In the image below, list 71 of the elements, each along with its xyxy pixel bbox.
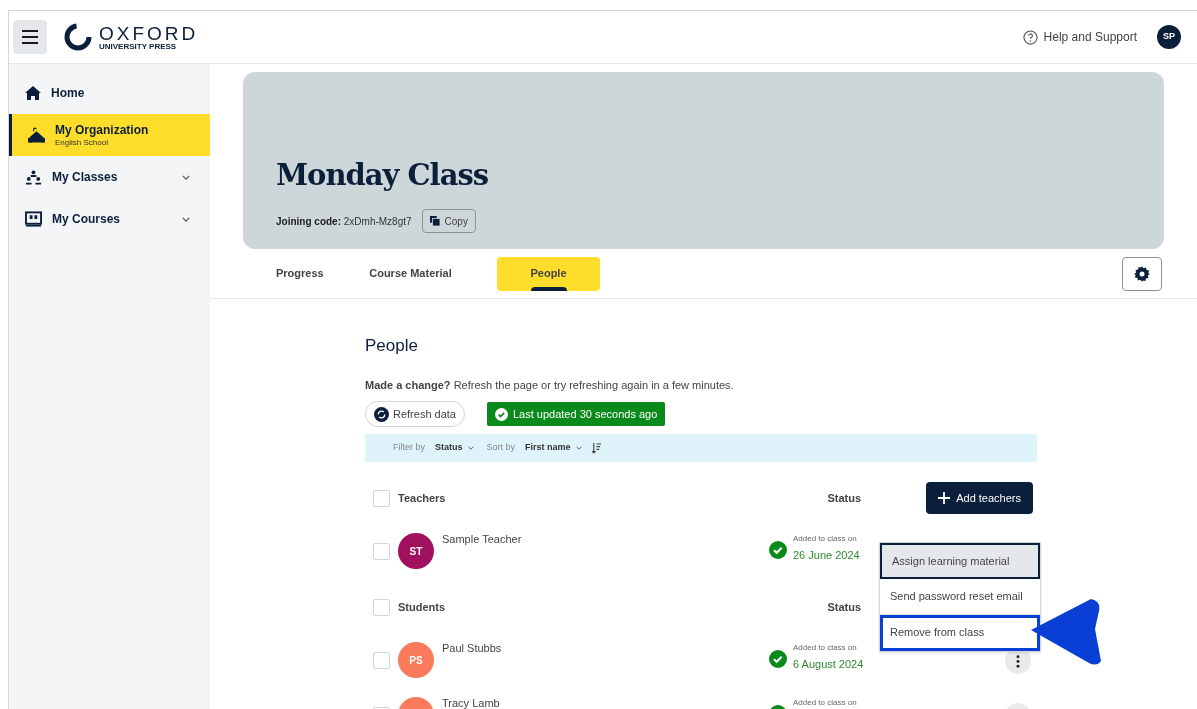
logo[interactable]: OXFORD UNIVERSITY PRESS bbox=[63, 22, 199, 52]
checkbox[interactable] bbox=[373, 543, 390, 560]
sidebar-label: Home bbox=[51, 85, 86, 101]
avatar: PS bbox=[398, 642, 434, 678]
group-heading: Teachers bbox=[398, 490, 447, 506]
status-label: Added to class on bbox=[793, 642, 858, 654]
sidebar-label: My Classes bbox=[52, 169, 119, 185]
menu-item[interactable]: Remove from class bbox=[880, 615, 1040, 651]
tab[interactable]: Course Material bbox=[359, 256, 462, 291]
menu-item[interactable]: Assign learning material bbox=[880, 543, 1040, 579]
person-name: Paul Stubbs bbox=[442, 641, 503, 656]
person-name: Tracy Lamb bbox=[442, 696, 501, 709]
status-label: Added to class on bbox=[793, 697, 857, 709]
sort-order-button[interactable] bbox=[591, 442, 601, 454]
sidebar-sublabel: English School bbox=[55, 137, 109, 148]
status-badge: Last updated 30 seconds ago bbox=[487, 402, 666, 426]
sort-label: Sort by bbox=[486, 441, 516, 455]
sidebar-label: My Organization bbox=[55, 122, 150, 138]
settings-icon bbox=[1134, 265, 1150, 282]
sidebar-item[interactable]: Home bbox=[9, 72, 210, 114]
joining-code: Joining code: 2xDmh-Mz8gt7 bbox=[276, 214, 412, 229]
refresh-icon bbox=[374, 406, 389, 422]
checkbox[interactable] bbox=[373, 652, 390, 669]
filter-label: Filter by bbox=[393, 441, 425, 455]
sidebar-item[interactable]: My Classes bbox=[9, 156, 210, 198]
check-icon bbox=[769, 650, 787, 668]
sidebar-item[interactable]: My Courses bbox=[9, 198, 210, 240]
settings-button[interactable] bbox=[1122, 256, 1162, 291]
copy-icon bbox=[429, 216, 440, 226]
copy-button[interactable]: Copy bbox=[421, 209, 476, 233]
check-icon bbox=[769, 541, 787, 559]
avatar: ST bbox=[398, 533, 434, 569]
sidebar-item[interactable]: My Organization English School bbox=[9, 114, 210, 156]
column-heading: Status bbox=[827, 490, 861, 506]
menu-button[interactable] bbox=[13, 20, 47, 54]
chevron-down-icon bbox=[575, 446, 582, 450]
add-button[interactable]: Add teachers bbox=[926, 482, 1033, 514]
plus-icon bbox=[938, 492, 951, 504]
user-avatar[interactable]: SP bbox=[1157, 25, 1181, 49]
courses-icon bbox=[25, 211, 42, 227]
status-date: 26 June 2024 bbox=[793, 548, 860, 563]
column-heading: Status bbox=[827, 599, 861, 615]
checkbox[interactable] bbox=[373, 489, 390, 507]
classes-icon bbox=[25, 169, 42, 185]
check-icon bbox=[495, 407, 508, 421]
tab[interactable]: Progress bbox=[276, 256, 324, 291]
logo-icon bbox=[63, 22, 93, 52]
sort-icon bbox=[591, 442, 601, 454]
dropdown[interactable]: First name bbox=[525, 441, 582, 455]
dropdown[interactable]: Status bbox=[435, 441, 474, 455]
tab[interactable]: People bbox=[497, 256, 600, 291]
more-icon bbox=[1016, 654, 1020, 668]
menu-icon bbox=[22, 30, 38, 44]
group-heading: Students bbox=[398, 599, 447, 615]
help-icon bbox=[1022, 29, 1038, 45]
status-date: 6 August 2024 bbox=[793, 657, 864, 672]
pointer-arrow bbox=[1031, 599, 1101, 665]
logo-subtext: UNIVERSITY PRESS bbox=[99, 42, 178, 51]
checkbox[interactable] bbox=[373, 598, 390, 616]
logo-text: OXFORD bbox=[99, 23, 199, 43]
status-label: Added to class on bbox=[793, 533, 858, 545]
help-link[interactable]: Help and Support bbox=[1022, 28, 1137, 46]
info-text: Made a change? Refresh the page or try refreshing again in a few minutes. bbox=[365, 377, 735, 393]
home-icon bbox=[25, 85, 41, 101]
organization-icon bbox=[28, 127, 45, 143]
person-name: Sample Teacher bbox=[442, 532, 523, 547]
sidebar-label: My Courses bbox=[52, 211, 122, 227]
class-title: Monday Class bbox=[276, 156, 490, 194]
menu-item[interactable]: Send password reset email bbox=[880, 579, 1040, 615]
section-heading: People bbox=[365, 335, 419, 357]
chevron-down-icon bbox=[467, 446, 474, 450]
